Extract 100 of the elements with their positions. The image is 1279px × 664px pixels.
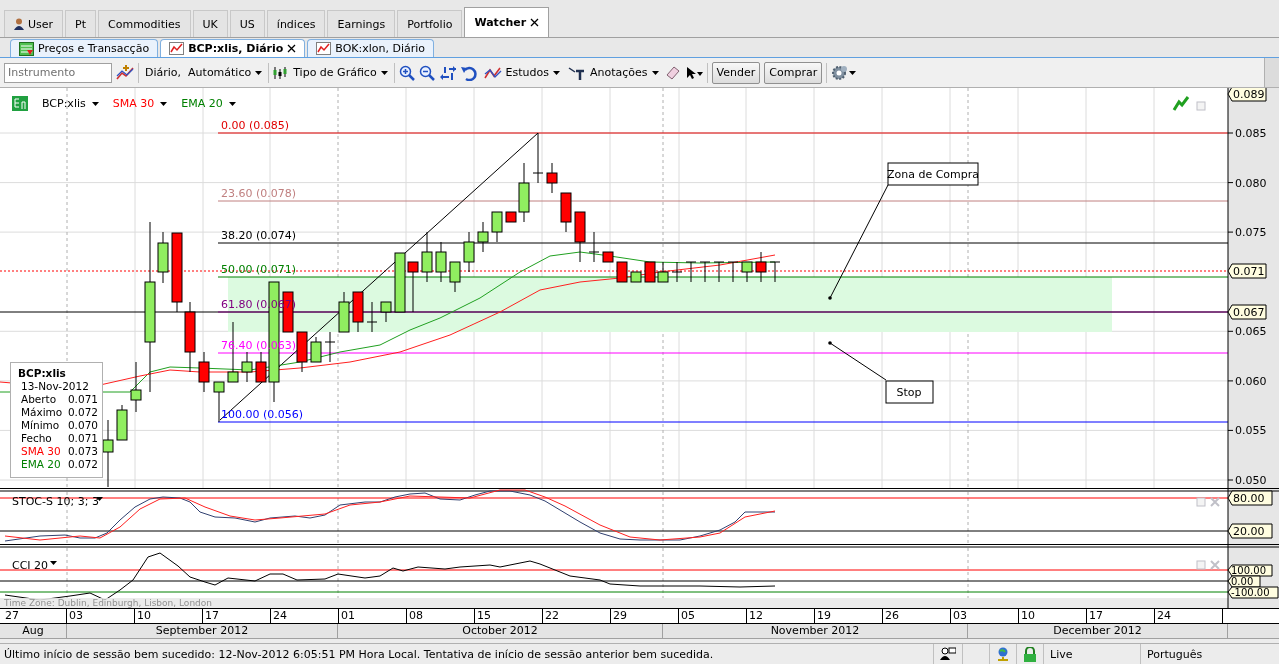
leader-line: [828, 341, 887, 381]
date-label: 10: [135, 609, 203, 623]
top-tab[interactable]: Watcher: [464, 7, 550, 37]
price-axis-label: 0.050: [1235, 474, 1267, 487]
caret-icon: [380, 70, 388, 75]
candlestick: [713, 261, 725, 283]
indicator-label[interactable]: CCI 20: [12, 559, 49, 572]
note-callout: Zona de Compra: [886, 162, 980, 186]
date-label: 17: [203, 609, 271, 623]
candlestick: [352, 291, 364, 333]
info-label: Máximo: [21, 406, 63, 419]
month-label: September 2012: [67, 624, 338, 638]
annotations-dropdown[interactable]: Anotações: [566, 65, 661, 80]
date-label: 29: [611, 609, 679, 623]
top-tab[interactable]: Portfolio: [397, 10, 463, 37]
undo-icon[interactable]: [460, 64, 478, 81]
text-tool-icon: [568, 65, 587, 80]
top-tab[interactable]: US: [229, 10, 265, 37]
candlestick: [671, 261, 683, 283]
users-icon[interactable]: [940, 647, 956, 661]
caret-icon: [255, 70, 263, 75]
add-chart-icon[interactable]: [116, 64, 134, 81]
candlestick: [407, 261, 419, 313]
close-icon[interactable]: [530, 18, 540, 27]
date-label: 15: [475, 609, 543, 623]
date-label: 24: [1155, 609, 1223, 623]
top-tab[interactable]: Pt: [65, 10, 97, 37]
date-label: 22: [543, 609, 611, 623]
line-chart-icon: [483, 65, 502, 80]
candlestick: [184, 301, 196, 373]
interval-dropdown[interactable]: Diário, Automático: [143, 66, 265, 79]
candlestick: [644, 261, 656, 283]
legend-item[interactable]: EMA 20: [181, 97, 236, 110]
close-icon[interactable]: [287, 44, 297, 53]
gear-icon[interactable]: [831, 64, 858, 81]
candlestick: [477, 221, 489, 253]
sell-button[interactable]: Vender: [711, 61, 761, 84]
candlestick: [491, 211, 503, 243]
candlestick: [338, 291, 350, 333]
candlestick: [296, 331, 308, 373]
caret-icon: [553, 70, 561, 75]
indicator-label[interactable]: STOC-S 10; 3; 3: [12, 495, 99, 508]
caret-icon[interactable]: [96, 497, 103, 501]
eraser-icon[interactable]: [664, 65, 681, 80]
document-tab[interactable]: BCP:xlis, Diário: [160, 39, 306, 57]
buy-button[interactable]: Comprar: [764, 61, 823, 84]
fibonacci-label: 38.20 (0.074): [221, 229, 297, 242]
top-tab[interactable]: Earnings: [327, 10, 396, 37]
pointer-icon[interactable]: [684, 65, 703, 80]
info-label: SMA 30: [21, 445, 61, 458]
arrows-icon[interactable]: [438, 64, 457, 81]
legend-item[interactable]: BCP:xlis: [42, 97, 99, 110]
date-label: 26: [883, 609, 951, 623]
language-label: Português: [1140, 644, 1279, 664]
document-tab[interactable]: BOK:xlon, Diário: [307, 39, 435, 57]
line-chart-icon: [169, 42, 185, 55]
candlestick: [380, 301, 392, 323]
document-tab[interactable]: Preços e Transacção: [10, 39, 159, 57]
top-tab[interactable]: índices: [266, 10, 326, 37]
caret-icon: [91, 101, 99, 106]
fibonacci-label: 50.00 (0.071): [221, 263, 297, 276]
date-label: 24: [271, 609, 339, 623]
info-value: 0.072: [67, 406, 98, 419]
lock-icon[interactable]: [1023, 646, 1037, 662]
info-value: 0.073: [67, 445, 98, 458]
price-marker: 0.089: [1227, 88, 1267, 102]
candlestick: [546, 162, 558, 194]
indicator-marker: 20.00: [1227, 523, 1273, 539]
candlestick: [463, 231, 475, 273]
date-label: 05: [679, 609, 747, 623]
trend-icon[interactable]: [1172, 96, 1190, 111]
top-tab[interactable]: User: [4, 10, 64, 37]
candlestick-icon[interactable]: [273, 65, 288, 80]
info-title: BCP:xlis: [18, 367, 67, 380]
zoom-in-icon[interactable]: [398, 64, 415, 81]
caret-icon[interactable]: [50, 561, 57, 565]
candlestick: [616, 261, 628, 283]
legend-item[interactable]: SMA 30: [112, 97, 168, 110]
info-value: 0.072: [67, 458, 98, 471]
top-tab[interactable]: Commodities: [98, 10, 191, 37]
info-date: 13-Nov-2012: [20, 380, 90, 393]
scroll-bar[interactable]: [1264, 58, 1279, 87]
date-label: 19: [815, 609, 883, 623]
month-label: November 2012: [663, 624, 968, 638]
top-tab[interactable]: UK: [192, 10, 228, 37]
price-axis-label: 0.080: [1235, 176, 1267, 190]
studies-dropdown[interactable]: Estudos: [481, 65, 563, 80]
date-label: 10: [1019, 609, 1087, 623]
info-value: 0.071: [67, 393, 98, 406]
price-table-icon: [19, 41, 34, 56]
date-label: 08: [407, 609, 475, 623]
candlestick: [699, 261, 711, 283]
network-globe-icon[interactable]: [996, 647, 1010, 661]
candlestick: [198, 351, 210, 393]
status-message: Último início de sessão bem sucedido: 12-Nov-2012 6:05:51 PM Hora Local. Tentativa de início de sessão anterior bem sucedida.: [3, 647, 715, 661]
indicator-marker: -100.00: [1227, 586, 1279, 599]
zoom-out-icon[interactable]: [418, 64, 435, 81]
instrument-field[interactable]: Instrumento: [4, 62, 112, 83]
chart-type-dropdown[interactable]: Tipo de Gráfico: [291, 66, 390, 79]
month-label: October 2012: [338, 624, 663, 638]
